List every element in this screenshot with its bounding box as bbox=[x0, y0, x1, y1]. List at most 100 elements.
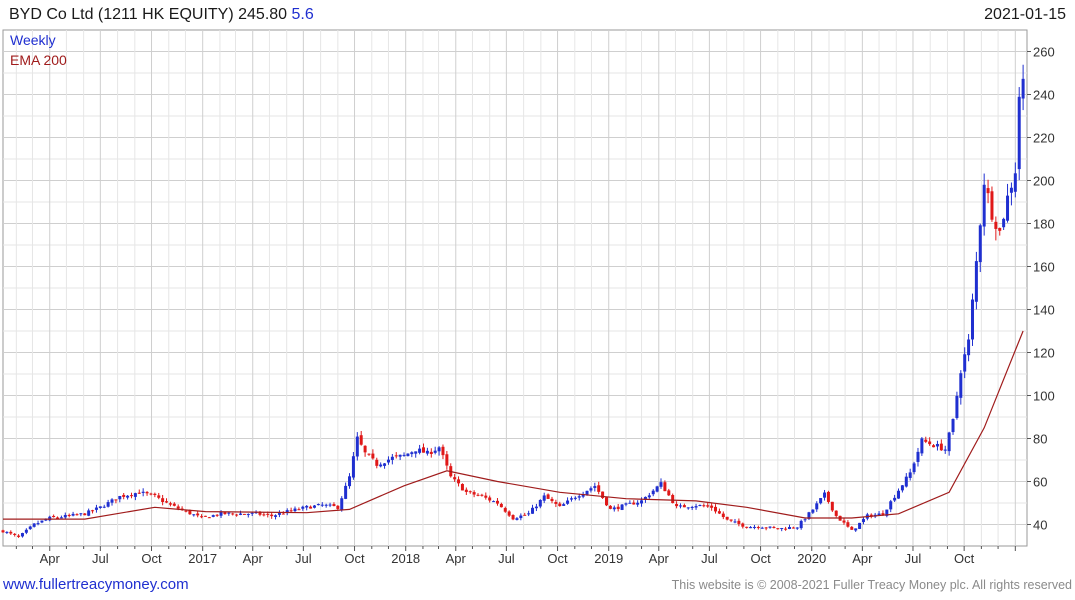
candle-body bbox=[266, 513, 270, 515]
candle-body bbox=[316, 504, 320, 506]
candle-body bbox=[165, 501, 169, 503]
site-link[interactable]: www.fullertreacymoney.com bbox=[3, 576, 189, 593]
candle-body bbox=[453, 477, 457, 480]
candle-body bbox=[659, 482, 663, 487]
candle-body bbox=[359, 435, 363, 445]
candle-body bbox=[168, 503, 172, 505]
candle-body bbox=[1006, 195, 1010, 221]
candle-body bbox=[527, 513, 531, 515]
candle-body bbox=[834, 510, 838, 516]
candle-body bbox=[624, 503, 628, 505]
candle-body bbox=[741, 523, 745, 527]
candle bbox=[511, 514, 515, 521]
candle-body bbox=[71, 513, 75, 516]
x-tick-label: Apr bbox=[649, 551, 670, 566]
candle-body bbox=[589, 488, 593, 491]
x-tick-label: Jul bbox=[295, 551, 312, 566]
y-tick-label: 80 bbox=[1033, 432, 1047, 447]
candle-body bbox=[573, 497, 577, 499]
candle-body bbox=[640, 500, 644, 504]
y-tick-label: 40 bbox=[1033, 518, 1047, 533]
candle-body bbox=[671, 495, 675, 504]
candle bbox=[406, 453, 410, 457]
x-tick-label: Oct bbox=[750, 551, 771, 566]
candle-body bbox=[655, 486, 659, 492]
candle-body bbox=[538, 499, 542, 507]
candle-body bbox=[764, 527, 768, 529]
candle-body bbox=[974, 261, 978, 302]
candle-body bbox=[733, 521, 737, 523]
x-tick-label: Jul bbox=[498, 551, 515, 566]
candle-body bbox=[293, 508, 297, 512]
candle-body bbox=[305, 505, 309, 508]
candle-body bbox=[710, 505, 714, 508]
x-tick-label: Apr bbox=[243, 551, 264, 566]
candle bbox=[655, 485, 659, 493]
candle-body bbox=[94, 507, 98, 510]
candle-body bbox=[924, 439, 928, 442]
candle-body bbox=[515, 518, 519, 520]
candle-body bbox=[982, 184, 986, 227]
candle-body bbox=[675, 504, 679, 507]
candle-body bbox=[861, 519, 865, 523]
candle-body bbox=[235, 514, 239, 516]
candle-body bbox=[597, 485, 601, 492]
y-tick-label: 200 bbox=[1033, 174, 1055, 189]
candle-body bbox=[40, 520, 44, 523]
candle-body bbox=[569, 498, 573, 500]
candle-body bbox=[542, 495, 546, 501]
x-tick-label: Oct bbox=[547, 551, 568, 566]
candle-body bbox=[566, 500, 570, 504]
candle-body bbox=[846, 522, 850, 527]
candle-body bbox=[394, 455, 398, 457]
x-tick-label: Oct bbox=[954, 551, 975, 566]
candle-body bbox=[110, 499, 114, 503]
candle-body bbox=[328, 504, 332, 506]
candle-body bbox=[1002, 218, 1006, 228]
candle-body bbox=[604, 497, 608, 506]
candle-body bbox=[830, 501, 834, 511]
candle-body bbox=[250, 512, 254, 514]
candle-body bbox=[161, 498, 165, 503]
candle-body bbox=[20, 533, 24, 537]
x-tick-label: Apr bbox=[446, 551, 467, 566]
candle-body bbox=[488, 497, 492, 501]
candle-body bbox=[768, 526, 772, 528]
candle bbox=[671, 493, 675, 504]
candle-body bbox=[126, 495, 130, 498]
candle-body bbox=[157, 495, 161, 498]
candle-body bbox=[67, 514, 71, 516]
candle-body bbox=[663, 482, 667, 492]
candle-body bbox=[231, 513, 235, 515]
candle-body bbox=[153, 493, 157, 496]
candle-body bbox=[445, 454, 449, 466]
candle-body bbox=[651, 490, 655, 495]
candle-body bbox=[593, 486, 597, 488]
candle-body bbox=[826, 491, 830, 502]
candle-body bbox=[920, 438, 924, 454]
candle bbox=[920, 437, 924, 456]
candle-body bbox=[309, 506, 313, 509]
x-tick-label: Oct bbox=[141, 551, 162, 566]
candle-body bbox=[184, 510, 188, 512]
candle-body bbox=[752, 526, 756, 528]
candle-body bbox=[554, 501, 558, 504]
candle-body bbox=[577, 496, 581, 498]
candle-body bbox=[5, 531, 9, 533]
candle-body bbox=[1013, 173, 1017, 192]
candle-body bbox=[998, 227, 1002, 231]
candle-body bbox=[787, 526, 791, 530]
candle-body bbox=[628, 502, 632, 504]
y-tick-label: 260 bbox=[1033, 45, 1055, 60]
legend-weekly: Weekly bbox=[10, 32, 56, 48]
candle-body bbox=[562, 504, 566, 506]
candle bbox=[604, 496, 608, 507]
candle-body bbox=[585, 490, 589, 495]
candle-body bbox=[332, 504, 336, 507]
candle-body bbox=[737, 520, 741, 524]
candle-body bbox=[706, 505, 710, 507]
candle-body bbox=[351, 456, 355, 478]
candle-body bbox=[620, 504, 624, 510]
candle-body bbox=[608, 505, 612, 509]
candle-body bbox=[129, 495, 133, 497]
